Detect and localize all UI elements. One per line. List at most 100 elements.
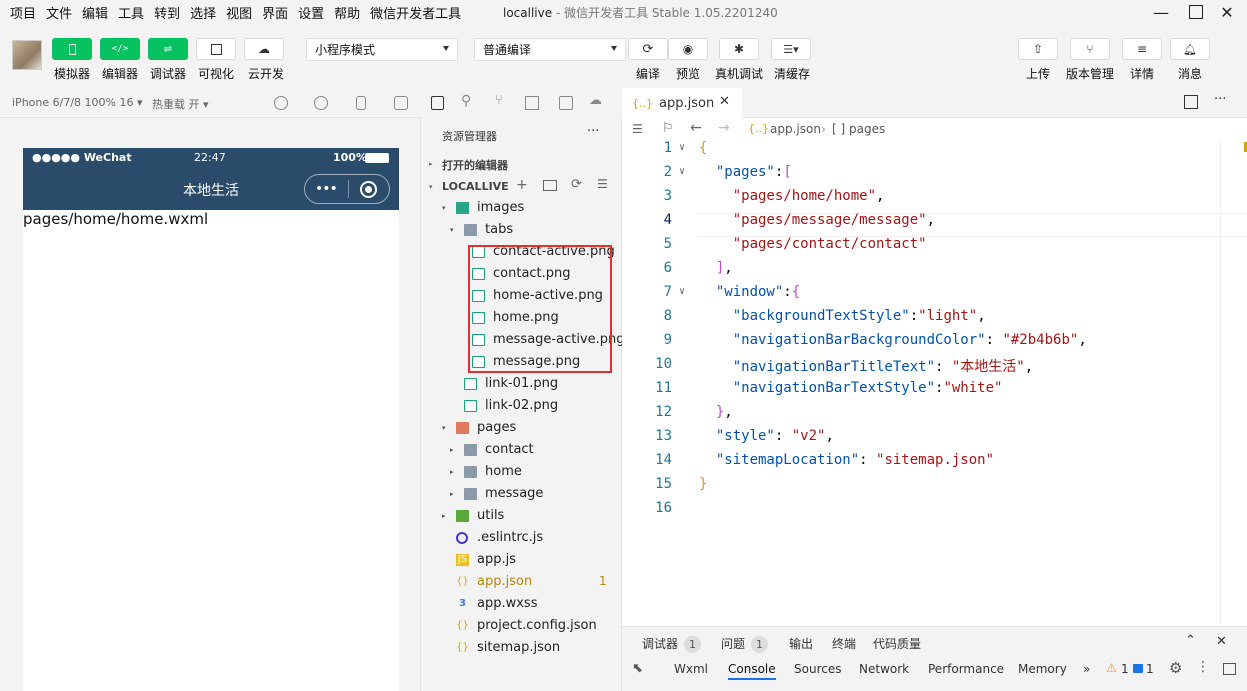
- search-icon[interactable]: ⚲: [461, 93, 471, 109]
- tab-app-json[interactable]: {..} app.json ✕: [622, 88, 742, 118]
- code-line[interactable]: "backgroundTextStyle":"light",: [699, 308, 986, 324]
- info-icon[interactable]: [1133, 664, 1143, 673]
- new-file-icon[interactable]: +: [516, 177, 528, 193]
- code-line[interactable]: ],: [699, 260, 733, 276]
- menu-goto[interactable]: 转到: [149, 3, 185, 22]
- code-line[interactable]: "pages/contact/contact": [699, 236, 927, 252]
- project-section[interactable]: ▾ LOCALLIVE + ⟳ ☰: [421, 177, 622, 197]
- breadcrumb-file[interactable]: app.json: [770, 122, 821, 136]
- devtab-wxml[interactable]: Wxml: [674, 662, 708, 676]
- inspect-icon[interactable]: ⬉: [632, 661, 643, 676]
- back-icon[interactable]: ←: [690, 120, 702, 136]
- code-line[interactable]: "style": "v2",: [699, 428, 834, 444]
- code-editor[interactable]: 1 ∨ {2 ∨ "pages":[3 "pages/home/home", 4 "pa…: [622, 140, 1247, 626]
- code-line[interactable]: "pages/message/message",: [699, 212, 935, 228]
- messages-button[interactable]: 🔔︎: [1170, 38, 1210, 60]
- debugger-button[interactable]: ⇌: [148, 38, 188, 60]
- compile-select[interactable]: 普通编译: [474, 38, 626, 61]
- menu-view[interactable]: 视图: [221, 3, 257, 22]
- code-line[interactable]: "pages":[: [699, 164, 792, 180]
- code-line[interactable]: "navigationBarTextStyle":"white": [699, 380, 1003, 396]
- tree-item[interactable]: ▸ utils: [421, 505, 622, 527]
- open-editors-section[interactable]: ▸ 打开的编辑器: [421, 154, 622, 174]
- simulator-button[interactable]: [52, 38, 92, 60]
- upload-button[interactable]: ⇧: [1018, 38, 1058, 60]
- tree-item[interactable]: ▾ pages: [421, 417, 622, 439]
- devtab-network[interactable]: Network: [859, 662, 909, 676]
- tree-item[interactable]: ▸ home: [421, 461, 622, 483]
- chevron-down-icon[interactable]: ▾: [442, 204, 446, 212]
- editor-button[interactable]: </>: [100, 38, 140, 60]
- tab-code-quality[interactable]: 代码质量: [873, 635, 921, 652]
- menu-select[interactable]: 选择: [185, 3, 221, 22]
- chevron-right-icon[interactable]: ▸: [450, 468, 454, 476]
- code-line[interactable]: "navigationBarTitleText": "本地生活",: [699, 356, 1033, 376]
- remote-debug-button[interactable]: ✱: [719, 38, 759, 60]
- phone-icon[interactable]: [356, 96, 366, 110]
- tree-item[interactable]: JS app.js: [421, 549, 622, 571]
- tree-item[interactable]: ▾ tabs: [421, 219, 622, 241]
- clear-cache-button[interactable]: ☰▾: [771, 38, 811, 60]
- tree-item[interactable]: link-02.png: [421, 395, 622, 417]
- devtab-performance[interactable]: Performance: [928, 662, 1004, 676]
- record-icon[interactable]: [314, 96, 328, 110]
- menu-help[interactable]: 帮助: [329, 3, 365, 22]
- menu-settings[interactable]: 设置: [293, 3, 329, 22]
- warning-icon[interactable]: ⚠: [1106, 661, 1117, 675]
- chevron-right-icon[interactable]: ▸: [450, 446, 454, 454]
- code-line[interactable]: }: [699, 476, 707, 492]
- hotreload-select[interactable]: 热重载 开 ▾: [152, 96, 209, 112]
- menu-capsule[interactable]: •••: [304, 174, 390, 204]
- close-icon[interactable]: ✕: [719, 94, 730, 109]
- compile-button[interactable]: ⟳: [628, 38, 668, 60]
- devtab-more[interactable]: »: [1083, 662, 1090, 676]
- cloud-button[interactable]: ☁: [244, 38, 284, 60]
- split-editor-icon[interactable]: [1184, 95, 1198, 109]
- tab-output[interactable]: 输出: [789, 635, 813, 652]
- tree-item[interactable]: ▾ images: [421, 197, 622, 219]
- avatar[interactable]: [12, 40, 42, 70]
- bookmark-icon[interactable]: ⚐: [662, 121, 674, 136]
- minimap[interactable]: [1220, 142, 1247, 626]
- close-miniprogram-icon[interactable]: [360, 181, 377, 198]
- rotate-icon[interactable]: [274, 96, 288, 110]
- chevron-down-icon[interactable]: ▾: [442, 424, 446, 432]
- phone-screen[interactable]: ●●●●● WeChat 22:47 100% 本地生活 ••• pages/h…: [23, 148, 399, 691]
- tab-problems[interactable]: 问题 1: [721, 635, 769, 653]
- tree-item[interactable]: ▸ message: [421, 483, 622, 505]
- popout-icon[interactable]: [394, 96, 408, 110]
- tree-item[interactable]: .eslintrc.js: [421, 527, 622, 549]
- preview-button[interactable]: ◉: [668, 38, 708, 60]
- visual-button[interactable]: [196, 38, 236, 60]
- storage-icon[interactable]: [559, 96, 573, 110]
- menu-edit[interactable]: 编辑: [77, 3, 113, 22]
- source-control-icon[interactable]: ⑂: [495, 93, 503, 108]
- fold-chevron-icon[interactable]: ∨: [679, 166, 685, 177]
- tree-item[interactable]: 3 app.wxss: [421, 593, 622, 615]
- version-button[interactable]: ⑂: [1070, 38, 1110, 60]
- device-select[interactable]: iPhone 6/7/8 100% 16 ▾: [12, 96, 143, 109]
- tree-item[interactable]: {} project.config.json: [421, 615, 622, 637]
- tab-terminal[interactable]: 终端: [832, 635, 856, 652]
- menu-wechat-devtools[interactable]: 微信开发者工具: [365, 3, 466, 22]
- menu-interface[interactable]: 界面: [257, 3, 293, 22]
- refresh-icon[interactable]: ⟳: [571, 177, 582, 192]
- code-line[interactable]: "pages/home/home",: [699, 188, 885, 204]
- menu-project[interactable]: 项目: [0, 3, 41, 22]
- chevron-right-icon[interactable]: ▸: [450, 490, 454, 498]
- extensions-icon[interactable]: [525, 96, 539, 110]
- more-icon[interactable]: ···: [1214, 92, 1226, 107]
- list-icon[interactable]: ☰: [632, 122, 643, 136]
- close-icon[interactable]: ✕: [1216, 634, 1227, 649]
- breadcrumb-symbol[interactable]: [ ] pages: [832, 122, 885, 136]
- gear-icon[interactable]: ⚙: [1169, 659, 1182, 677]
- tree-item[interactable]: {} app.json 1: [421, 571, 622, 593]
- fold-chevron-icon[interactable]: ∨: [679, 142, 685, 153]
- collapse-icon[interactable]: ☰: [597, 177, 608, 191]
- mode-select[interactable]: 小程序模式: [306, 38, 458, 61]
- chevron-up-icon[interactable]: ⌃: [1185, 633, 1196, 648]
- details-button[interactable]: ≡: [1122, 38, 1162, 60]
- code-line[interactable]: "sitemapLocation": "sitemap.json": [699, 452, 994, 468]
- dock-icon[interactable]: [1223, 663, 1236, 675]
- fold-chevron-icon[interactable]: ∨: [679, 286, 685, 297]
